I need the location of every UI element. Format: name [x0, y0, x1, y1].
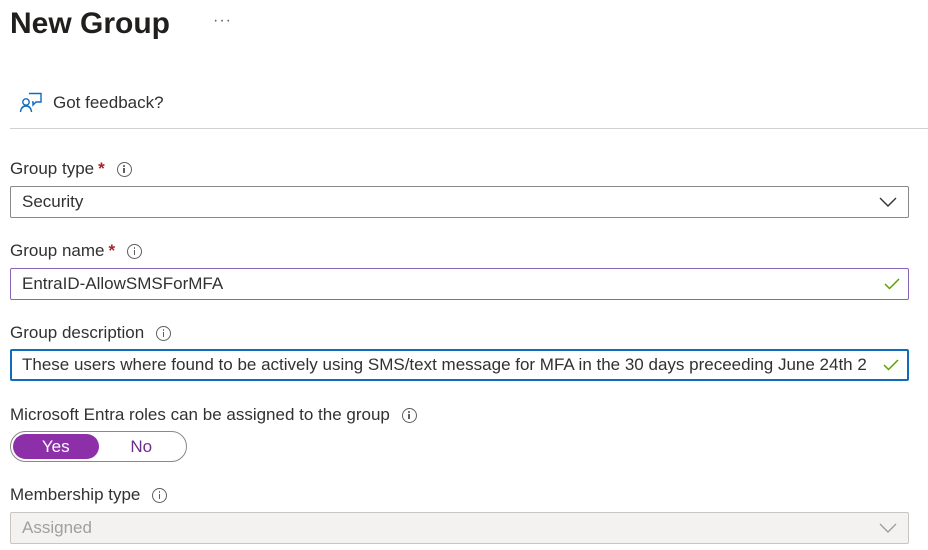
feedback-label: Got feedback?	[53, 93, 164, 112]
info-icon[interactable]	[127, 243, 143, 259]
page-title: New Group	[10, 7, 171, 40]
group-description-value: These users where found to be actively u…	[22, 355, 867, 374]
group-name-value: EntraID-AllowSMSForMFA	[22, 274, 224, 293]
chevron-down-icon	[868, 523, 908, 533]
group-description-label-text: Group description	[10, 323, 145, 342]
info-icon[interactable]	[116, 161, 132, 177]
toggle-no-option[interactable]: No	[99, 434, 185, 459]
chevron-down-icon	[868, 197, 908, 207]
membership-type-label-text: Membership type	[10, 485, 141, 504]
checkmark-icon	[875, 359, 907, 371]
group-name-label: Group name *	[10, 241, 143, 261]
checkmark-icon	[876, 278, 908, 290]
membership-type-dropdown: Assigned	[10, 512, 909, 544]
feedback-link[interactable]: Got feedback?	[19, 91, 164, 115]
feedback-icon	[19, 91, 43, 115]
info-icon[interactable]	[152, 487, 168, 503]
group-type-label-text: Group type	[10, 159, 95, 178]
toggle-yes-option[interactable]: Yes	[13, 434, 99, 459]
info-icon[interactable]	[401, 407, 417, 423]
required-marker: *	[98, 159, 105, 178]
group-name-label-text: Group name	[10, 241, 105, 260]
membership-type-label: Membership type	[10, 485, 168, 505]
entra-roles-label-text: Microsoft Entra roles can be assigned to…	[10, 405, 390, 424]
group-name-input[interactable]: EntraID-AllowSMSForMFA	[10, 268, 909, 300]
membership-type-value: Assigned	[22, 518, 92, 537]
entra-roles-label: Microsoft Entra roles can be assigned to…	[10, 405, 417, 425]
group-type-label: Group type *	[10, 159, 132, 179]
group-type-value: Security	[22, 192, 84, 211]
more-options-button[interactable]: ···	[213, 12, 232, 30]
entra-roles-toggle[interactable]: Yes No	[10, 431, 187, 462]
required-marker: *	[108, 241, 116, 260]
divider	[10, 128, 928, 129]
group-description-input[interactable]: These users where found to be actively u…	[10, 349, 909, 381]
page-header: New Group	[10, 2, 170, 46]
group-description-label: Group description	[10, 323, 172, 343]
group-type-dropdown[interactable]: Security	[10, 186, 909, 218]
info-icon[interactable]	[156, 325, 172, 341]
